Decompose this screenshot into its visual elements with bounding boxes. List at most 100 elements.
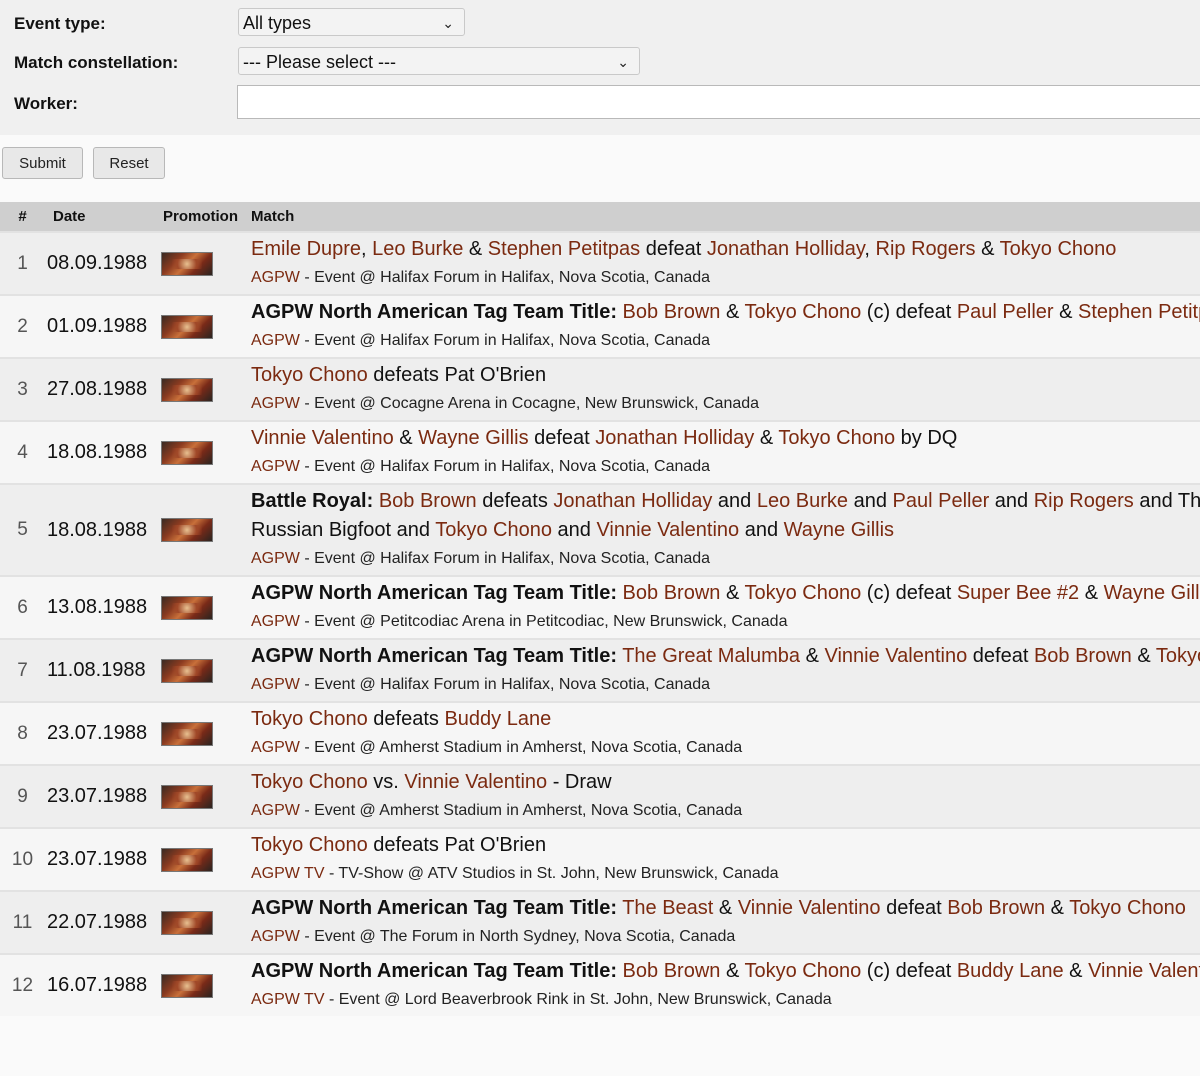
agpw-logo-icon[interactable] xyxy=(161,377,213,402)
worker-link[interactable]: Tokyo Chono xyxy=(251,771,368,793)
worker-link[interactable]: Jonathan Holliday xyxy=(553,490,712,512)
promotion-link[interactable]: AGPW TV xyxy=(251,865,325,882)
worker-link[interactable]: Bob Brown xyxy=(623,960,721,982)
promotion-link[interactable]: AGPW xyxy=(251,613,300,630)
worker-link[interactable]: Tokyo Chono xyxy=(251,834,368,856)
worker-link[interactable]: Buddy Lane xyxy=(957,960,1064,982)
worker-link[interactable]: Vinnie Valentino xyxy=(251,427,394,449)
agpw-logo-icon[interactable] xyxy=(161,721,213,746)
worker-link[interactable]: Bob Brown xyxy=(1034,645,1132,667)
agpw-logo-icon[interactable] xyxy=(161,518,213,542)
worker-link[interactable]: Wayne Gillis xyxy=(418,427,528,449)
match-title: AGPW North American Tag Team Title: xyxy=(251,897,617,919)
row-date: 23.07.1988 xyxy=(47,848,148,870)
row-match: AGPW North American Tag Team Title: Bob … xyxy=(251,295,1200,358)
match-text: and xyxy=(739,519,784,541)
match-text: & xyxy=(393,427,419,449)
worker-link[interactable]: Tokyo Chono xyxy=(778,427,895,449)
row-date: 13.08.1988 xyxy=(47,596,148,618)
worker-link[interactable]: Vinnie Valentino xyxy=(825,645,968,667)
worker-link[interactable]: Jonathan Holliday xyxy=(595,427,754,449)
worker-link[interactable]: Jonathan Holliday xyxy=(707,238,865,260)
worker-link[interactable]: Rip Rogers xyxy=(1034,490,1134,512)
row-number: 2 xyxy=(17,315,28,337)
worker-link[interactable]: Tokyo Chono xyxy=(744,301,861,323)
worker-link[interactable]: Leo Burke xyxy=(757,490,848,512)
promotion-link[interactable]: AGPW xyxy=(251,269,300,286)
match-title: AGPW North American Tag Team Title: xyxy=(251,582,617,604)
worker-link[interactable]: Bob Brown xyxy=(947,897,1045,919)
promotion-link[interactable]: AGPW xyxy=(251,395,300,412)
submit-button[interactable]: Submit xyxy=(2,147,83,179)
match-text: & xyxy=(1045,897,1070,919)
worker-link[interactable]: Emile Dupre xyxy=(251,238,361,260)
worker-link[interactable]: Rip Rogers xyxy=(876,238,976,260)
promotion-link[interactable]: AGPW xyxy=(251,928,300,945)
promotion-link[interactable]: AGPW xyxy=(251,458,300,475)
worker-link[interactable]: Tokyo Chono xyxy=(435,519,552,541)
promotion-link[interactable]: AGPW xyxy=(251,332,300,349)
worker-link[interactable]: Paul Peller xyxy=(957,301,1054,323)
worker-link[interactable]: Bob Brown xyxy=(623,582,721,604)
worker-link[interactable]: Bob Brown xyxy=(623,301,721,323)
match-text: (c) defeat xyxy=(861,582,957,604)
worker-link[interactable]: Buddy Lane xyxy=(444,708,551,730)
worker-link[interactable]: Tokyo Chono xyxy=(1156,645,1200,667)
header-date: Date xyxy=(53,208,86,225)
event-type-label: Event type: xyxy=(14,14,106,33)
match-line: Tokyo Chono defeats Buddy Lane xyxy=(251,705,1200,734)
worker-link[interactable]: Tokyo Chono xyxy=(1069,897,1186,919)
promotion-link[interactable]: AGPW xyxy=(251,802,300,819)
agpw-logo-icon[interactable] xyxy=(161,847,213,872)
worker-input[interactable] xyxy=(237,85,1200,119)
worker-link[interactable]: Stephen Petitpas xyxy=(488,238,640,260)
worker-link[interactable]: Tokyo Chono xyxy=(251,708,368,730)
worker-link[interactable]: Leo Burke xyxy=(372,238,463,260)
agpw-logo-icon[interactable] xyxy=(161,658,213,683)
promotion-link[interactable]: AGPW xyxy=(251,550,300,567)
promotion-link[interactable]: AGPW TV xyxy=(251,991,325,1008)
worker-link[interactable]: Vinnie Valentino xyxy=(596,519,739,541)
constellation-select[interactable]: --- Please select --- ⌄ xyxy=(238,47,640,75)
event-text: - Event @ Halifax Forum in Halifax, Nova… xyxy=(299,550,711,567)
agpw-logo-icon[interactable] xyxy=(161,440,213,465)
match-text: & xyxy=(1053,301,1079,323)
worker-link[interactable]: Tokyo Chono xyxy=(744,582,861,604)
worker-link[interactable]: Bob Brown xyxy=(379,490,477,512)
worker-link[interactable]: Vinnie Valentino xyxy=(738,897,881,919)
agpw-logo-icon[interactable] xyxy=(161,251,213,276)
worker-link[interactable]: The Great Malumba xyxy=(622,645,800,667)
match-text: & xyxy=(463,238,488,260)
event-line: AGPW - Event @ Amherst Stadium in Amhers… xyxy=(251,734,1200,762)
agpw-logo-icon[interactable] xyxy=(161,595,213,620)
worker-link[interactable]: Wayne Gillis xyxy=(1104,582,1200,604)
worker-link[interactable]: Wayne Gillis xyxy=(784,519,894,541)
worker-link[interactable]: Super Bee #2 xyxy=(957,582,1079,604)
row-match: Battle Royal: Bob Brown defeats Jonathan… xyxy=(251,484,1200,576)
worker-link[interactable]: The Beast xyxy=(622,897,713,919)
agpw-logo-icon[interactable] xyxy=(161,314,213,339)
promotion-link[interactable]: AGPW xyxy=(251,676,300,693)
worker-link[interactable]: Vinnie Valentino xyxy=(404,771,547,793)
worker-link[interactable]: Vinnie Valentino xyxy=(1088,960,1200,982)
promotion-link[interactable]: AGPW xyxy=(251,739,300,756)
table-row: 4 18.08.1988 Vinnie Valentino & Wayne Gill… xyxy=(0,421,1200,484)
event-text: - TV-Show @ ATV Studios in St. John, New… xyxy=(324,865,779,882)
event-type-select[interactable]: All types ⌄ xyxy=(238,8,465,36)
agpw-logo-icon[interactable] xyxy=(161,784,213,809)
row-match: Tokyo Chono defeats Buddy Lane AGPW - Eve… xyxy=(251,702,1200,765)
constellation-row: Match constellation: --- Please select -… xyxy=(0,45,1200,81)
agpw-logo-icon[interactable] xyxy=(161,910,213,935)
worker-link[interactable]: Tokyo Chono xyxy=(251,364,368,386)
table-row: 11 22.07.1988 AGPW North American Tag Team… xyxy=(0,891,1200,954)
worker-link[interactable]: Paul Peller xyxy=(893,490,990,512)
chevron-down-icon: ⌄ xyxy=(442,15,454,31)
row-date: 08.09.1988 xyxy=(47,252,148,274)
worker-link[interactable]: Tokyo Chono xyxy=(744,960,861,982)
reset-button[interactable]: Reset xyxy=(93,147,165,179)
agpw-logo-icon[interactable] xyxy=(161,973,213,998)
table-row: 9 23.07.1988 Tokyo Chono vs. Vinnie Valent… xyxy=(0,765,1200,828)
worker-link[interactable]: Tokyo Chono xyxy=(1000,238,1117,260)
worker-link[interactable]: Stephen Petitpas xyxy=(1078,301,1200,323)
row-number: 8 xyxy=(17,722,28,744)
